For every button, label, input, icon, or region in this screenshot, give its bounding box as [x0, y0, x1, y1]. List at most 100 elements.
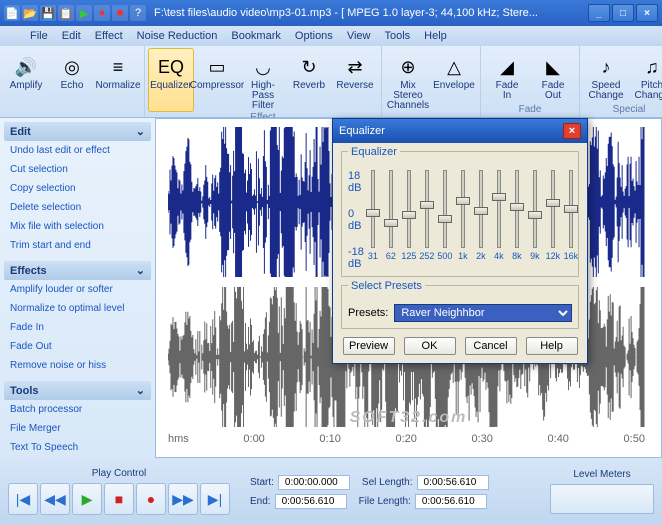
sidebar-item[interactable]: Delete selection [4, 198, 151, 217]
eq-thumb[interactable] [384, 219, 398, 227]
ribbon-reverb-button[interactable]: ↻ Reverb [286, 48, 332, 112]
play-button[interactable]: ▶ [72, 483, 102, 515]
menu-effect[interactable]: Effect [95, 30, 123, 42]
ribbon-reverse-button[interactable]: ⇄ Reverse [332, 48, 378, 112]
ribbon-equalizer-button[interactable]: EQ Equalizer [148, 48, 194, 112]
maximize-button[interactable]: □ [612, 4, 634, 22]
eq-thumb[interactable] [564, 205, 578, 213]
qat-play-icon[interactable]: ▶ [76, 5, 92, 21]
sidebar-item[interactable]: Trim start and end [4, 236, 151, 255]
rewind-button[interactable]: ◀◀ [40, 483, 70, 515]
time-axis: hms0:000:100:200:300:400:50 [168, 433, 645, 453]
qat-new-icon[interactable]: 📄 [4, 5, 20, 21]
ribbon-mix-stereo-channels-button[interactable]: ⊕ MixStereo Channels [385, 48, 431, 117]
eq-thumb[interactable] [510, 203, 524, 211]
preview-button[interactable]: Preview [343, 337, 395, 355]
sidebar-item[interactable]: Mix file with selection [4, 217, 151, 236]
ribbon-compressor-button[interactable]: ▭ Compressor [194, 48, 240, 112]
sidebar-item[interactable]: Fade In [4, 318, 151, 337]
ribbon-speed-change-button[interactable]: ♪ SpeedChange [583, 48, 629, 104]
qat-copy-icon[interactable]: 📋 [58, 5, 74, 21]
menu-tools[interactable]: Tools [384, 30, 410, 42]
eq-slider-16k[interactable] [569, 170, 573, 248]
eq-slider-62[interactable] [389, 170, 393, 248]
sidebar-item[interactable]: Text To Speech [4, 438, 151, 457]
sidebar-header-tools[interactable]: Tools⌄ [4, 381, 151, 400]
goto-start-button[interactable]: |◀ [8, 483, 38, 515]
eq-thumb[interactable] [492, 193, 506, 201]
eq-thumb[interactable] [528, 211, 542, 219]
goto-end-button[interactable]: ▶| [200, 483, 230, 515]
sidebar-item[interactable]: File Merger [4, 419, 151, 438]
eq-slider-9k[interactable] [533, 170, 537, 248]
sidebar-item[interactable]: Fade Out [4, 337, 151, 356]
presets-select[interactable]: Raver Neighhbor [394, 304, 572, 322]
presets-legend: Select Presets [348, 280, 425, 292]
ok-button[interactable]: OK [404, 337, 456, 355]
eq-thumb[interactable] [546, 199, 560, 207]
eq-band-1k: 1k [454, 170, 472, 270]
sidebar-item[interactable]: WMA Information [4, 457, 151, 458]
ribbon-fade-out-button[interactable]: ◣ FadeOut [530, 48, 576, 104]
eq-thumb[interactable] [438, 215, 452, 223]
qat-open-icon[interactable]: 📂 [22, 5, 38, 21]
eq-slider-252[interactable] [425, 170, 429, 248]
eq-thumb[interactable] [474, 207, 488, 215]
eq-slider-2k[interactable] [479, 170, 483, 248]
sidebar-item[interactable]: Copy selection [4, 179, 151, 198]
ribbon-high-pass-filter-button[interactable]: ◡ High-PassFilter [240, 48, 286, 112]
eq-band-9k: 9k [526, 170, 544, 270]
ribbon-fade-in-button[interactable]: ◢ FadeIn [484, 48, 530, 104]
menu-edit[interactable]: Edit [62, 30, 81, 42]
eq-thumb[interactable] [456, 197, 470, 205]
eq-slider-12k[interactable] [551, 170, 555, 248]
sidebar-item[interactable]: Undo last edit or effect [4, 141, 151, 160]
qat-save-icon[interactable]: 💾 [40, 5, 56, 21]
sidebar-item[interactable]: Cut selection [4, 160, 151, 179]
sidebar-header-edit[interactable]: Edit⌄ [4, 122, 151, 141]
titlebar: 📄 📂 💾 📋 ▶ ● ■ ? F:\test files\audio vide… [0, 0, 662, 26]
sidebar-item[interactable]: Amplify louder or softer [4, 280, 151, 299]
ribbon-amplify-button[interactable]: 🔊 Amplify [3, 48, 49, 117]
menu-noise-reduction[interactable]: Noise Reduction [137, 30, 218, 42]
chevron-icon: ⌄ [136, 125, 145, 138]
chevron-icon: ⌄ [136, 264, 145, 277]
ribbon-normalize-button[interactable]: ≡ Normalize [95, 48, 141, 117]
eq-slider-4k[interactable] [497, 170, 501, 248]
ribbon-pitch-change-button[interactable]: ♫ PitchChange [629, 48, 662, 104]
record-button[interactable]: ● [136, 483, 166, 515]
qat-help-icon[interactable]: ? [130, 5, 146, 21]
menu-help[interactable]: Help [424, 30, 447, 42]
help-button[interactable]: Help [526, 337, 578, 355]
sidebar-header-effects[interactable]: Effects⌄ [4, 261, 151, 280]
ribbon: 🔊 Amplify ◎ Echo ≡ Normalize EQ Equalize… [0, 46, 662, 118]
menu-view[interactable]: View [347, 30, 371, 42]
eq-slider-31[interactable] [371, 170, 375, 248]
eq-slider-500[interactable] [443, 170, 447, 248]
menu-file[interactable]: File [30, 30, 48, 42]
qat-stop-icon[interactable]: ■ [112, 5, 128, 21]
ribbon-envelope-button[interactable]: △ Envelope [431, 48, 477, 117]
eq-band-62: 62 [382, 170, 400, 270]
eq-thumb[interactable] [366, 209, 380, 217]
eq-slider-125[interactable] [407, 170, 411, 248]
stop-button[interactable]: ■ [104, 483, 134, 515]
qat-record-icon[interactable]: ● [94, 5, 110, 21]
menu-bookmark[interactable]: Bookmark [231, 30, 281, 42]
eq-thumb[interactable] [402, 211, 416, 219]
dialog-close-button[interactable]: × [563, 123, 581, 139]
sidebar-item[interactable]: Remove noise or hiss [4, 356, 151, 375]
eq-slider-1k[interactable] [461, 170, 465, 248]
cancel-button[interactable]: Cancel [465, 337, 517, 355]
reverb-icon: ↻ [295, 53, 323, 81]
sidebar-item[interactable]: Batch processor [4, 400, 151, 419]
close-button[interactable]: × [636, 4, 658, 22]
speed-change-icon: ♪ [592, 53, 620, 81]
sidebar-item[interactable]: Normalize to optimal level [4, 299, 151, 318]
minimize-button[interactable]: _ [588, 4, 610, 22]
ribbon-echo-button[interactable]: ◎ Echo [49, 48, 95, 117]
forward-button[interactable]: ▶▶ [168, 483, 198, 515]
eq-thumb[interactable] [420, 201, 434, 209]
menu-options[interactable]: Options [295, 30, 333, 42]
eq-slider-8k[interactable] [515, 170, 519, 248]
